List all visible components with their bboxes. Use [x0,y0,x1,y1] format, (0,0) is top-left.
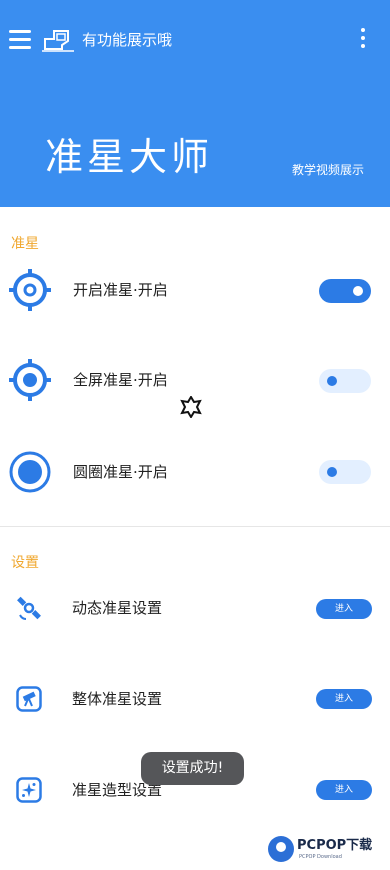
circle-crosshair-label: 圆圈准星·开启 [73,463,168,481]
watermark-logo-icon [268,836,294,862]
sparkle-icon [16,777,42,803]
toggle-knob [353,286,363,296]
overall-settings-enter-button[interactable]: 进入 [316,689,372,709]
more-vertical-icon[interactable] [356,28,370,52]
satellite-icon [17,596,41,620]
dynamic-settings-enter-button[interactable]: 进入 [316,599,372,619]
hamburger-menu-icon[interactable] [9,30,31,50]
watermark-text: PCPOP下载 [297,838,373,853]
dynamic-crosshair-settings-label: 动态准星设置 [72,599,163,617]
crosshair-dot-icon [9,359,51,401]
crosshair-on-label: 开启准星·开启 [73,281,168,299]
circle-crosshair-toggle[interactable] [319,460,371,484]
device-logo-icon [42,30,74,52]
section-title-crosshair: 准星 [11,236,39,252]
cursor-icon [180,396,202,418]
app-title: 准星大师 [45,135,214,179]
crosshair-ring-icon [9,269,51,311]
style-settings-enter-button[interactable]: 进入 [316,780,372,800]
app-header: 有功能展示哦 准星大师 教学视频展示 [0,0,390,207]
toggle-knob [327,376,337,386]
overall-crosshair-settings-label: 整体准星设置 [72,690,163,708]
toast-message: 设置成功! [141,752,244,785]
section-title-settings: 设置 [11,555,39,571]
circle-dot-icon [9,451,51,493]
top-label: 有功能展示哦 [82,31,173,49]
telescope-icon [16,686,42,712]
toggle-knob [327,467,337,477]
crosshair-on-toggle[interactable] [319,279,371,303]
section-divider [0,526,390,527]
fullscreen-crosshair-toggle[interactable] [319,369,371,393]
fullscreen-crosshair-label: 全屏准星·开启 [73,371,168,389]
watermark-subtext: PCPOP Download [299,854,342,860]
tutorial-video-link[interactable]: 教学视频展示 [292,161,364,179]
